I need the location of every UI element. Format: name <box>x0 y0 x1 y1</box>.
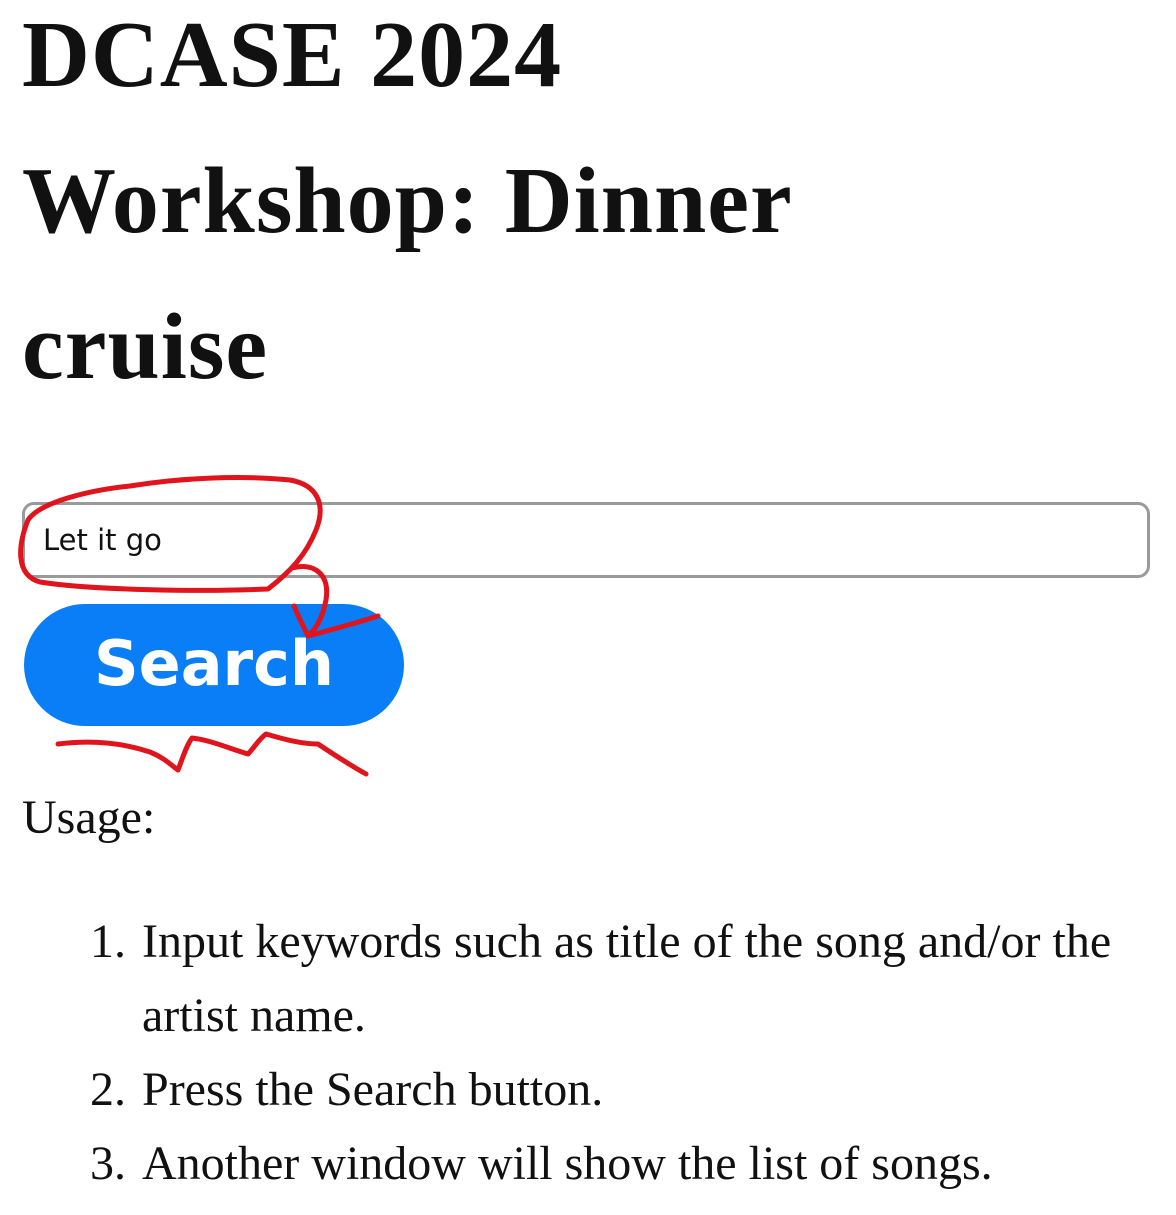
usage-step-number: 2. <box>90 1063 126 1116</box>
search-button[interactable]: Search <box>24 604 404 726</box>
usage-step: 3. Another window will show the list of … <box>22 1127 1152 1201</box>
usage-step: 2. Press the Search button. <box>22 1053 1152 1127</box>
search-input[interactable] <box>22 502 1150 578</box>
usage-step-number: 1. <box>90 915 126 968</box>
usage-list: 1. Input keywords such as title of the s… <box>22 905 1152 1201</box>
usage-step-number: 3. <box>90 1137 126 1190</box>
usage-step-text: Another window will show the list of son… <box>142 1137 993 1190</box>
usage-label: Usage: <box>22 791 156 844</box>
page-title: DCASE 2024 Workshop: Dinner cruise <box>22 3 792 399</box>
page-content: DCASE 2024 Workshop: Dinner cruise Searc… <box>22 0 1152 1190</box>
usage-step-text: Press the Search button. <box>142 1063 604 1116</box>
usage-step-text: Input keywords such as title of the song… <box>142 915 1112 1042</box>
annotation-underline-squiggle <box>55 731 369 777</box>
usage-step: 1. Input keywords such as title of the s… <box>22 905 1152 1053</box>
